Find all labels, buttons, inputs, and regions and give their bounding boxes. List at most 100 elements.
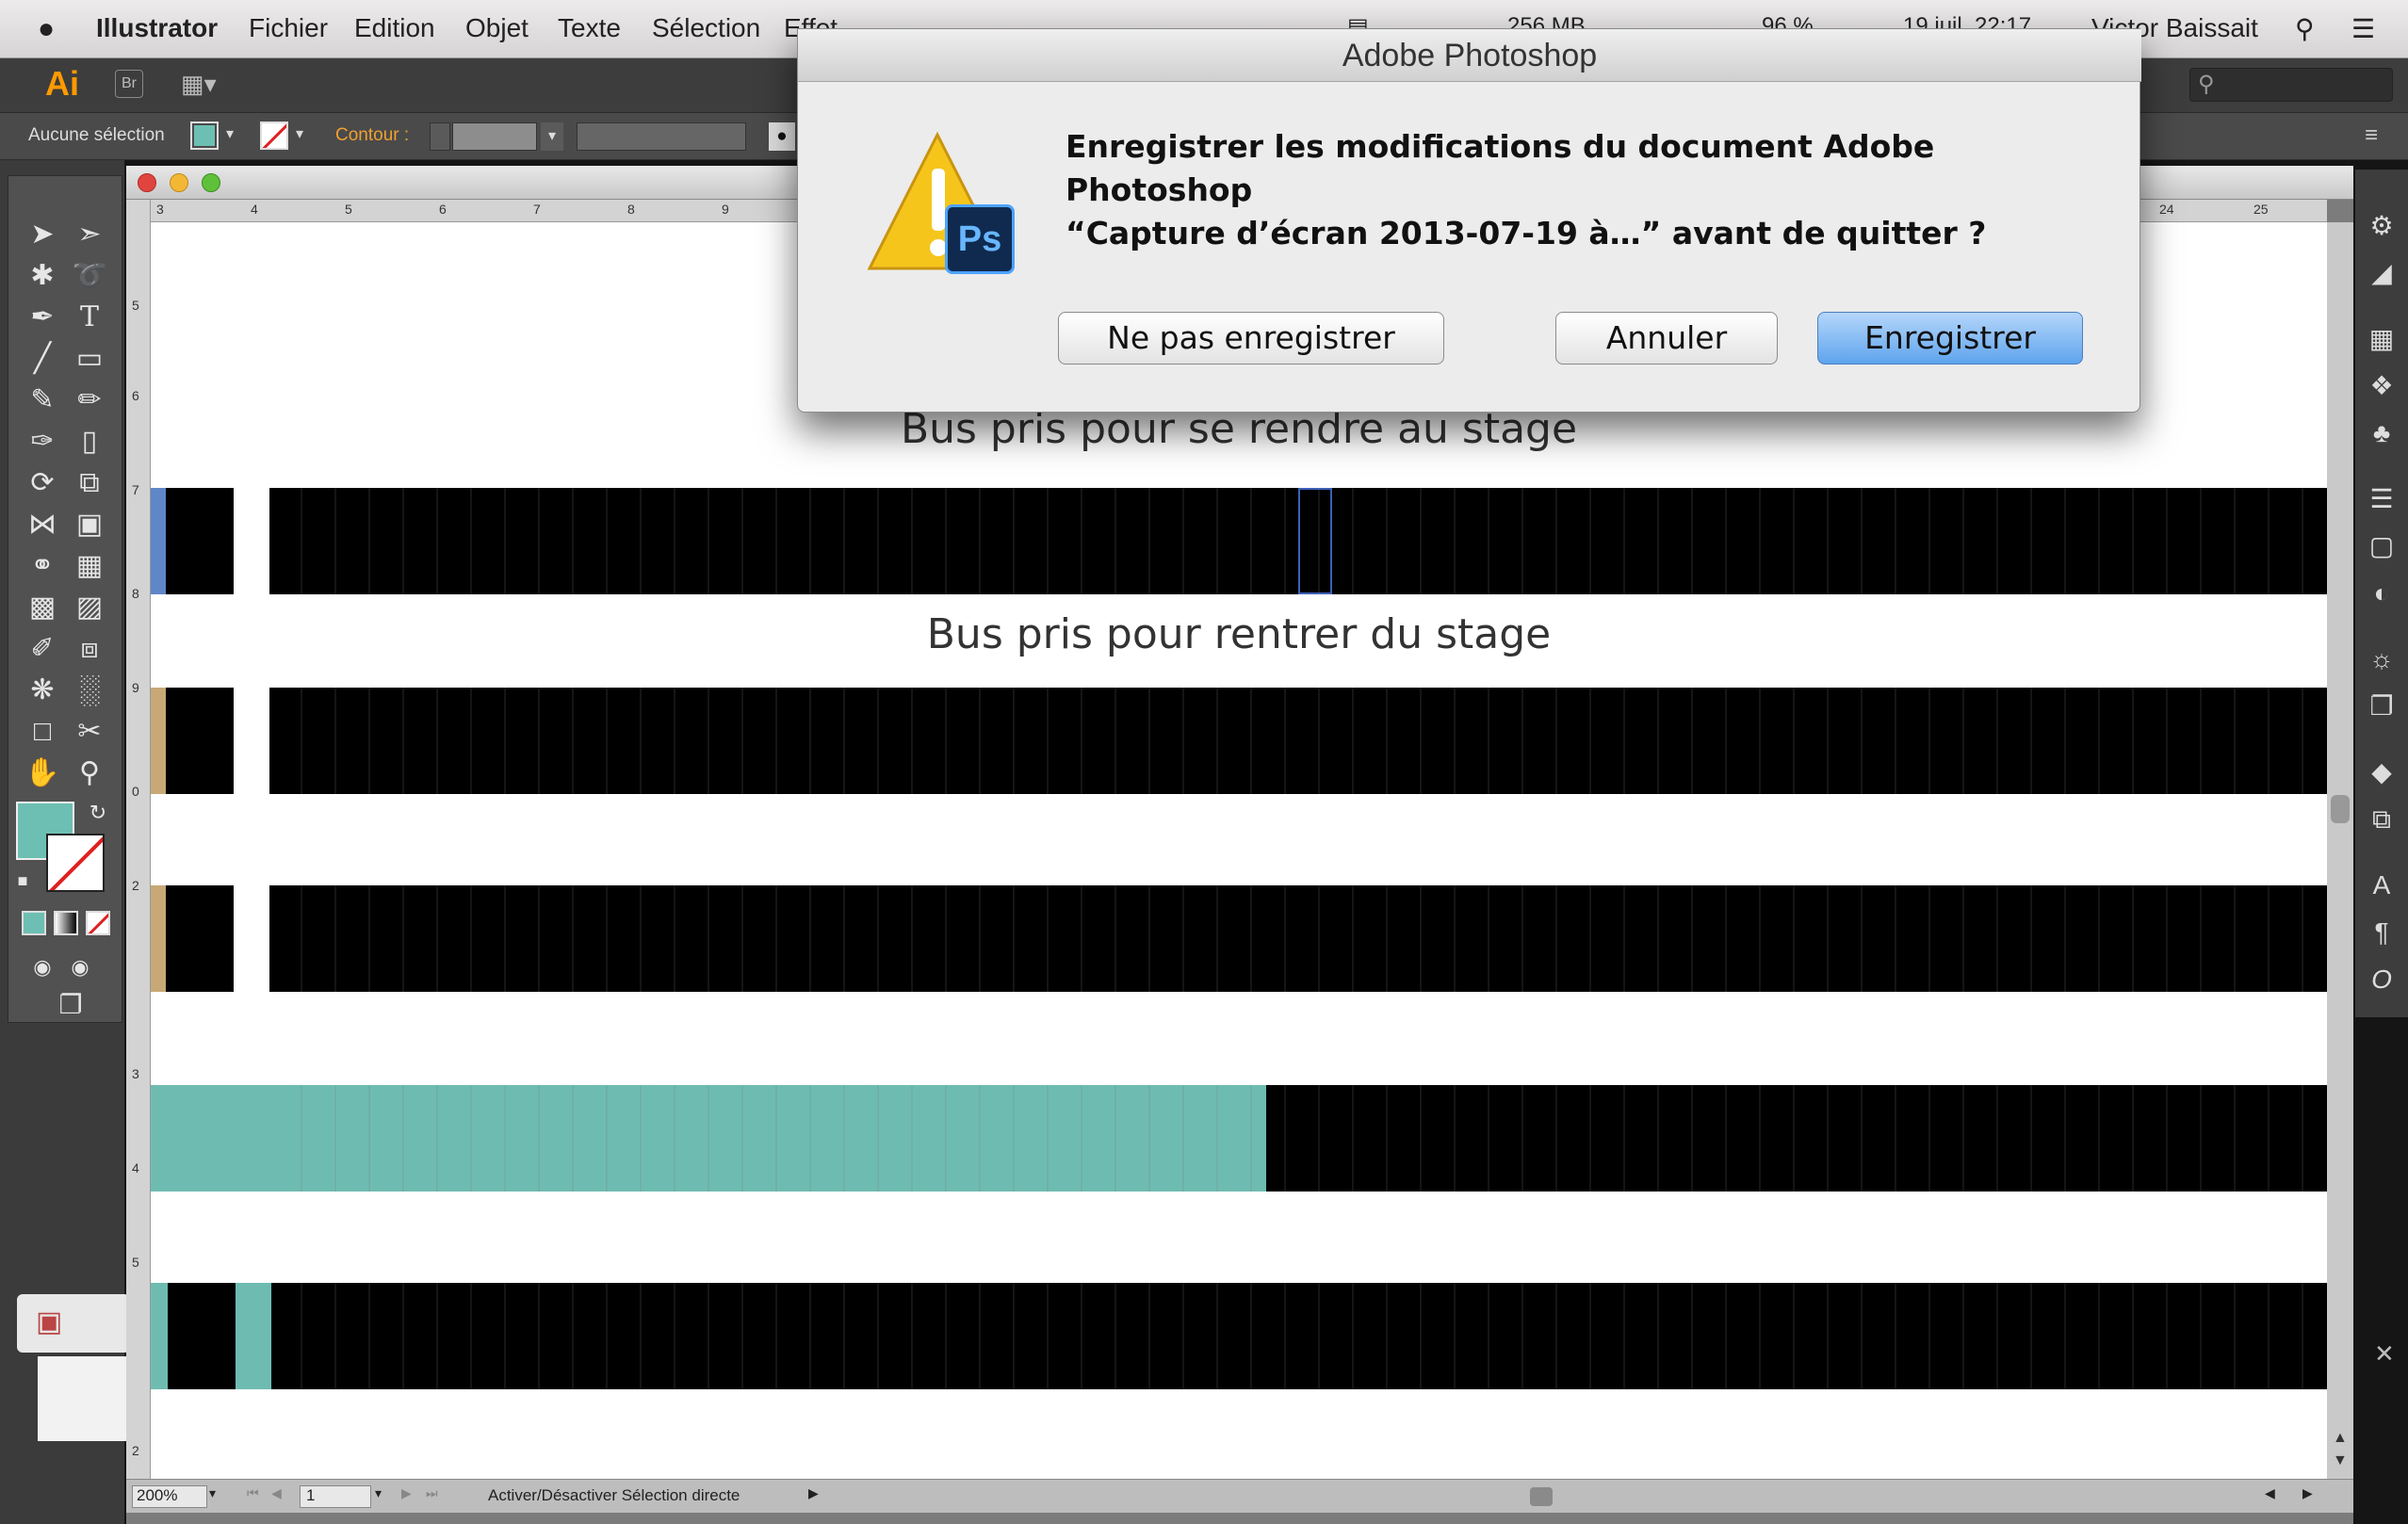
cancel-button[interactable]: Annuler xyxy=(1555,312,1778,365)
color-guide-icon[interactable]: ⚙ xyxy=(2363,207,2400,245)
variable-width-profile-select[interactable] xyxy=(577,122,746,151)
blend-tool-icon[interactable]: ⧈ xyxy=(69,630,110,668)
notification-center-icon[interactable]: ☰ xyxy=(2351,13,2375,44)
dont-save-button[interactable]: Ne pas enregistrer xyxy=(1058,312,1444,365)
mesh-tool-icon[interactable]: ▩ xyxy=(22,589,63,626)
paragraph-panel-icon[interactable]: ¶ xyxy=(2363,914,2400,951)
libraries-icon[interactable]: ◢ xyxy=(2363,254,2400,292)
appearance-panel-icon[interactable]: ☼ xyxy=(2363,640,2400,678)
next-artboard-icon[interactable]: ▶ xyxy=(401,1485,412,1501)
blob-brush-tool-icon[interactable]: ✑ xyxy=(22,423,63,461)
stroke-color-box[interactable] xyxy=(46,834,105,892)
swatches-icon[interactable]: ▦ xyxy=(2363,320,2400,358)
scroll-left-icon[interactable]: ◀ xyxy=(2265,1485,2275,1501)
menu-objet[interactable]: Objet xyxy=(465,13,529,43)
column-graph-tool-icon[interactable]: ░ xyxy=(69,672,110,709)
gradient-tool-icon[interactable]: ▨ xyxy=(69,589,110,626)
artboards-panel-icon[interactable]: ⧉ xyxy=(2363,801,2400,838)
vertical-ruler[interactable]: 5 6 7 8 9 0 2 3 4 5 2 xyxy=(126,200,151,1490)
perspective-grid-tool-icon[interactable]: ▦ xyxy=(69,547,110,585)
color-mode-button[interactable] xyxy=(22,911,46,935)
swap-fill-stroke-icon[interactable]: ↻ xyxy=(84,794,112,832)
zoom-dropdown-icon[interactable]: ▾ xyxy=(209,1485,216,1501)
direct-selection-tool-icon[interactable]: ➣ xyxy=(69,216,110,253)
stroke-color-swatch[interactable] xyxy=(260,122,288,150)
apple-menu-icon[interactable]: ● xyxy=(38,13,55,45)
free-transform-tool-icon[interactable]: ▣ xyxy=(69,506,110,543)
slice-tool-icon[interactable]: ✂ xyxy=(69,713,110,751)
previous-artboard-icon[interactable]: ◀ xyxy=(271,1485,282,1501)
last-artboard-icon[interactable]: ⏭ xyxy=(426,1485,438,1501)
artboard-tool-icon[interactable]: □ xyxy=(22,713,63,751)
scroll-right-icon[interactable]: ▶ xyxy=(2302,1485,2313,1501)
rotate-tool-icon[interactable]: ⟳ xyxy=(22,464,63,502)
paintbrush-tool-icon[interactable]: ✎ xyxy=(22,381,63,419)
stroke-weight-dropdown[interactable]: ▾ xyxy=(541,122,563,151)
dock-item[interactable]: ▣ xyxy=(17,1294,130,1353)
opentype-panel-icon[interactable]: O xyxy=(2363,961,2400,998)
minimize-window-icon[interactable] xyxy=(170,173,188,192)
stroke-weight-input[interactable] xyxy=(452,122,537,151)
layers-panel-icon[interactable]: ◆ xyxy=(2363,754,2400,791)
menu-fichier[interactable]: Fichier xyxy=(249,13,328,43)
arrange-documents-icon[interactable]: ▦▾ xyxy=(181,70,226,98)
magic-wand-tool-icon[interactable]: ✱ xyxy=(22,257,63,295)
close-window-icon[interactable] xyxy=(138,173,156,192)
close-panel-icon[interactable]: ✕ xyxy=(2374,1339,2395,1369)
stroke-dropdown-icon[interactable]: ▾ xyxy=(296,124,303,143)
menu-texte[interactable]: Texte xyxy=(558,13,621,43)
gradient-mode-button[interactable] xyxy=(54,911,78,935)
screen-mode-icon[interactable]: ❐ xyxy=(50,986,91,1024)
artboard-number-input[interactable]: 1 xyxy=(300,1485,371,1508)
help-search-input[interactable]: ⚲ xyxy=(2189,68,2393,102)
fill-color-swatch[interactable] xyxy=(190,122,219,150)
brushes-icon[interactable]: ❖ xyxy=(2363,367,2400,405)
shape-builder-tool-icon[interactable]: ⚭ xyxy=(22,547,63,585)
symbols-icon[interactable]: ♣ xyxy=(2363,414,2400,452)
control-panel-menu-icon[interactable]: ≡ xyxy=(2365,122,2378,149)
horizontal-scroll-thumb[interactable] xyxy=(1530,1487,1553,1506)
menu-app-name[interactable]: Illustrator xyxy=(96,13,218,43)
lasso-tool-icon[interactable]: ➰ xyxy=(69,257,110,295)
gradient-panel-icon[interactable]: ▢ xyxy=(2363,527,2400,565)
artboard-dropdown-icon[interactable]: ▾ xyxy=(375,1485,382,1501)
character-panel-icon[interactable]: A xyxy=(2363,867,2400,904)
vertical-scrollbar[interactable]: ▲ ▼ xyxy=(2327,222,2353,1479)
scroll-up-icon[interactable]: ▲ xyxy=(2333,1430,2348,1447)
transparency-panel-icon[interactable]: ◐ xyxy=(2363,575,2400,612)
scroll-down-icon[interactable]: ▼ xyxy=(2333,1452,2348,1469)
none-mode-button[interactable] xyxy=(86,911,110,935)
pen-tool-icon[interactable]: ✒ xyxy=(22,299,63,336)
stroke-panel-icon[interactable]: ☰ xyxy=(2363,480,2400,518)
symbol-sprayer-tool-icon[interactable]: ❋ xyxy=(22,672,63,709)
draw-behind-icon[interactable]: ◉ xyxy=(59,948,101,986)
zoom-window-icon[interactable] xyxy=(202,173,220,192)
rectangle-tool-icon[interactable]: ▭ xyxy=(69,340,110,378)
hand-tool-icon[interactable]: ✋ xyxy=(22,754,63,792)
save-button[interactable]: Enregistrer xyxy=(1817,312,2083,365)
stroke-weight-stepper[interactable] xyxy=(430,122,450,151)
draw-normal-icon[interactable]: ◉ xyxy=(22,948,63,986)
zoom-level-input[interactable]: 200% xyxy=(132,1485,207,1508)
type-tool-icon[interactable]: T xyxy=(69,299,110,336)
pencil-tool-icon[interactable]: ✏ xyxy=(69,381,110,419)
zoom-tool-icon[interactable]: ⚲ xyxy=(69,754,110,792)
menu-selection[interactable]: Sélection xyxy=(652,13,760,43)
line-tool-icon[interactable]: ╱ xyxy=(22,340,63,378)
width-tool-icon[interactable]: ⋈ xyxy=(22,506,63,543)
selection-tool-icon[interactable]: ➤ xyxy=(22,216,63,253)
graphic-styles-icon[interactable]: ❐ xyxy=(2363,688,2400,725)
scale-tool-icon[interactable]: ⧉ xyxy=(69,464,110,502)
dialog-title[interactable]: Adobe Photoshop xyxy=(798,29,2141,82)
contour-label[interactable]: Contour : xyxy=(335,125,409,146)
first-artboard-icon[interactable]: ⏮ xyxy=(247,1485,259,1501)
menu-edition[interactable]: Edition xyxy=(354,13,435,43)
eraser-tool-icon[interactable]: ▯ xyxy=(69,423,110,461)
brush-definition-icon[interactable]: ● xyxy=(769,122,795,151)
fill-dropdown-icon[interactable]: ▾ xyxy=(226,124,234,143)
default-fill-stroke-icon[interactable]: ■ xyxy=(8,862,37,900)
scroll-thumb[interactable] xyxy=(2331,795,2350,823)
spotlight-search-icon[interactable]: ⚲ xyxy=(2295,13,2315,44)
status-menu-icon[interactable]: ▶ xyxy=(808,1485,819,1501)
eyedropper-tool-icon[interactable]: ✐ xyxy=(22,630,63,668)
